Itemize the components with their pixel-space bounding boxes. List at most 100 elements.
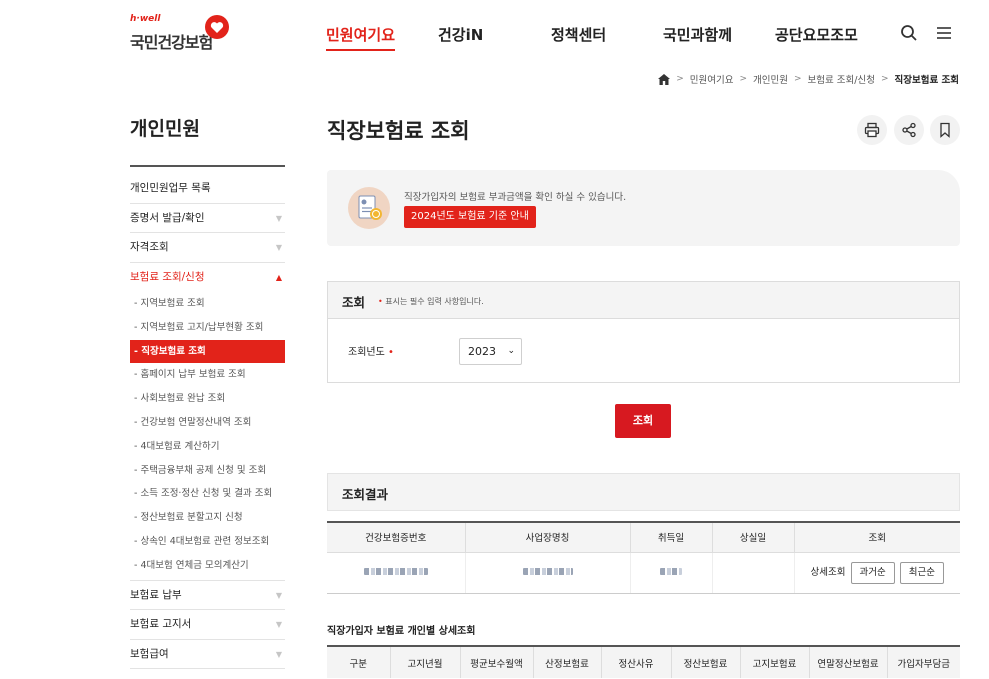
- sidebar-item-eligibility[interactable]: 자격조회 ▼: [130, 233, 285, 263]
- masked-card-number: [327, 552, 465, 594]
- chevron-up-icon: ▲: [275, 272, 282, 282]
- chevron-down-icon: ▼: [275, 649, 282, 659]
- breadcrumb-item[interactable]: 민원여기요: [690, 72, 734, 86]
- column-header: 구분: [327, 646, 390, 678]
- sidebar-submenu: - 지역보험료 조회 - 지역보험료 고지/납부현황 조회 - 직장보험료 조회…: [130, 292, 285, 581]
- breadcrumb-item[interactable]: 개인민원: [753, 72, 788, 86]
- nav-item-about[interactable]: 공단요모조모: [775, 24, 858, 45]
- sidebar-item-label: 보험료 납부: [130, 588, 182, 601]
- share-icon: [902, 122, 916, 138]
- menu-icon[interactable]: [935, 24, 953, 42]
- query-panel-header: 조회 • 표시는 필수 입력 사항입니다.: [328, 282, 959, 319]
- print-icon: [864, 122, 880, 138]
- document-coin-icon: [348, 187, 390, 229]
- column-header: 고지보험료: [739, 646, 809, 678]
- detail-section-title: 직장가입자 보험료 개인별 상세조회: [327, 626, 476, 637]
- sidebar-subitem-active[interactable]: - 직장보험료 조회: [130, 339, 285, 364]
- column-header: 취득일: [629, 522, 712, 553]
- sidebar-subitem[interactable]: - 건강보험 연말정산내역 조회: [130, 411, 285, 435]
- year-label: 조회년도 •: [348, 347, 394, 358]
- sidebar-subitem[interactable]: - 소득 조정·정산 신청 및 결과 조회: [130, 482, 285, 506]
- blurred-value: [363, 568, 428, 575]
- breadcrumb: > 민원여기요 > 개인민원 > 보험료 조회/신청 > 직장보험료 조회: [658, 72, 959, 86]
- sidebar-subitem[interactable]: - 4대보험 연체금 모의계산기: [130, 554, 285, 578]
- chevron-down-icon: ▼: [275, 590, 282, 600]
- year-select[interactable]: 2023 ⌄: [459, 338, 522, 365]
- nav-item-health-in[interactable]: 건강iN: [438, 24, 483, 45]
- column-header: 고지년월: [389, 646, 460, 678]
- column-header: 정산보험료: [670, 646, 740, 678]
- logo-name: 국민건강보험: [130, 33, 213, 52]
- print-button[interactable]: [857, 115, 887, 145]
- sidebar-item-premium[interactable]: 보험료 조회/신청 ▲: [130, 263, 285, 293]
- sidebar-subitem[interactable]: - 상속인 4대보험료 관련 정보조회: [130, 530, 285, 554]
- blurred-value: [522, 568, 573, 575]
- heart-logo-icon: [205, 15, 229, 39]
- premium-standard-guide-button[interactable]: 2024년도 보험료 기준 안내: [404, 206, 536, 228]
- breadcrumb-current: 직장보험료 조회: [894, 75, 960, 86]
- sidebar-item-label: 보험급여: [130, 647, 169, 660]
- result-header: 조회결과: [327, 473, 960, 511]
- sidebar-item-payment[interactable]: 보험료 납부 ▼: [130, 581, 285, 611]
- chevron-down-icon: ▼: [275, 243, 282, 252]
- sidebar-item-certificate[interactable]: 증명서 발급/확인 ▼: [130, 204, 285, 233]
- sidebar-subitem[interactable]: - 4대보험료 계산하기: [130, 435, 285, 459]
- sidebar-menu: 개인민원업무 목록 증명서 발급/확인 ▼ 자격조회 ▼ 보험료 조회/신청 ▲ - …: [130, 174, 285, 670]
- share-button[interactable]: [894, 115, 924, 145]
- logo-tagline: h·well: [130, 14, 161, 24]
- sidebar-subitem[interactable]: - 정산보험료 분할고지 신청: [130, 506, 285, 530]
- table-row: 상세조회 과거순 최근순: [327, 552, 960, 594]
- sidebar-subitem[interactable]: - 지역보험료 고지/납부현황 조회: [130, 316, 285, 340]
- detail-table: 구분 고지년월 평균보수월액 산정보험료 정산사유 정산보험료 고지보험료 연말…: [327, 645, 960, 678]
- table-header-row: 건강보험증번호 사업장명칭 취득일 상실일 조회: [327, 522, 960, 553]
- blurred-value: [660, 568, 682, 575]
- column-header: 사업장명칭: [464, 522, 630, 553]
- masked-acquire-date: [629, 552, 712, 594]
- nav-item-together[interactable]: 국민과함께: [663, 24, 732, 45]
- home-icon[interactable]: [658, 73, 671, 85]
- sidebar-divider: [130, 165, 285, 167]
- search-icon[interactable]: [900, 24, 918, 42]
- masked-workplace-name: [464, 552, 630, 594]
- chevron-down-icon: ▼: [275, 620, 282, 630]
- year-select-value: 2023: [468, 345, 496, 358]
- sort-newest-button[interactable]: 최근순: [899, 561, 944, 584]
- sidebar-subitem[interactable]: - 주택금융부채 공제 신청 및 조회: [130, 459, 285, 483]
- chevron-right-icon: >: [880, 74, 889, 84]
- sidebar-title: 개인민원: [130, 118, 200, 140]
- sidebar-subitem[interactable]: - 홈페이지 납부 보험료 조회: [130, 363, 285, 387]
- chevron-right-icon: >: [739, 74, 748, 84]
- page-title: 직장보험료 조회: [327, 119, 470, 143]
- column-header: 산정보험료: [532, 646, 601, 678]
- column-header: 가입자부담금: [886, 646, 960, 678]
- sidebar-item-label: 보험료 조회/신청: [130, 270, 205, 283]
- nav-item-minwon[interactable]: 민원여기요: [326, 24, 396, 51]
- sidebar-item-label: 자격조회: [130, 241, 169, 253]
- chevron-down-icon: ▼: [275, 213, 282, 223]
- breadcrumb-item[interactable]: 보험료 조회/신청: [808, 72, 875, 86]
- search-button[interactable]: 조회: [615, 404, 671, 438]
- column-header: 건강보험증번호: [327, 522, 465, 553]
- chevron-right-icon: >: [676, 74, 684, 84]
- sidebar-item-notice[interactable]: 보험료 고지서 ▼: [130, 610, 285, 640]
- table-header-row: 구분 고지년월 평균보수월액 산정보험료 정산사유 정산보험료 고지보험료 연말…: [327, 646, 960, 678]
- detail-label: 상세조회: [810, 566, 846, 578]
- sidebar-item-list[interactable]: 개인민원업무 목록: [130, 174, 285, 204]
- sidebar-item-benefit[interactable]: 보험급여 ▼: [130, 640, 285, 670]
- query-panel: 조회 • 표시는 필수 입력 사항입니다. 조회년도 • 2023 ⌄: [327, 281, 960, 383]
- result-table: 건강보험증번호 사업장명칭 취득일 상실일 조회 상세조회 과거순 최근순: [327, 521, 960, 594]
- site-logo[interactable]: h·well 국민건강보험: [130, 14, 240, 54]
- column-header: 연말정산보험료: [808, 646, 887, 678]
- sidebar-item-label: 개인민원업무 목록: [130, 182, 211, 194]
- sidebar-subitem[interactable]: - 지역보험료 조회: [130, 292, 285, 316]
- query-panel-title: 조회: [342, 295, 366, 310]
- bookmark-button[interactable]: [930, 115, 960, 145]
- result-title: 조회결과: [342, 487, 389, 502]
- bookmark-icon: [940, 122, 950, 138]
- column-header: 조회: [793, 522, 960, 553]
- chevron-down-icon: ⌄: [507, 346, 515, 356]
- nav-item-policy[interactable]: 정책센터: [551, 24, 606, 45]
- detail-cell: 상세조회 과거순 최근순: [793, 552, 960, 594]
- sidebar-subitem[interactable]: - 사회보험료 완납 조회: [130, 387, 285, 411]
- sort-oldest-button[interactable]: 과거순: [850, 561, 895, 584]
